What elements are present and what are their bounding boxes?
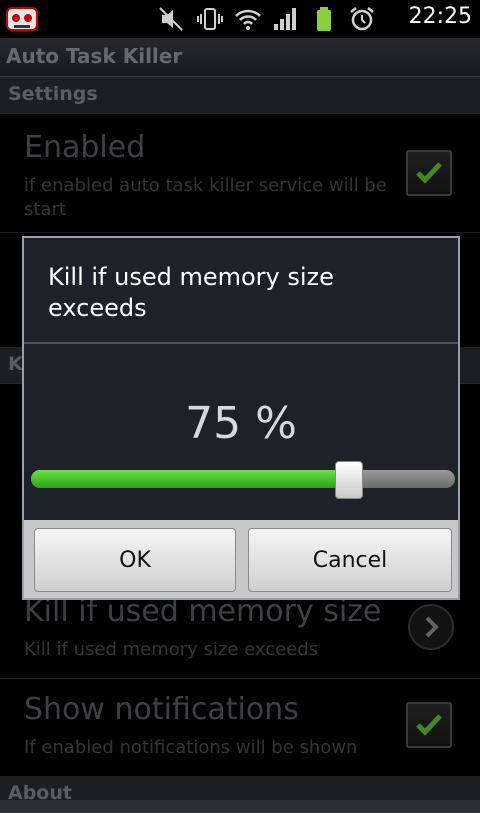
cancel-button[interactable]: Cancel xyxy=(248,528,452,592)
memory-threshold-dialog: Kill if used memory size exceeds 75 % OK… xyxy=(22,236,460,600)
slider-fill xyxy=(31,470,349,488)
ok-button[interactable]: OK xyxy=(34,528,236,592)
dialog-body: 75 % xyxy=(24,344,458,520)
vibrate-icon xyxy=(197,8,223,30)
dialog-title: Kill if used memory size exceeds xyxy=(48,263,334,322)
wifi-icon xyxy=(235,9,261,30)
app-robot-icon xyxy=(6,7,38,31)
alarm-icon xyxy=(350,7,374,31)
dialog-button-bar: OK Cancel xyxy=(24,520,458,598)
threshold-value: 75 % xyxy=(185,398,297,449)
status-bar: 22:25 xyxy=(0,0,480,38)
threshold-slider[interactable] xyxy=(31,461,455,499)
battery-icon xyxy=(317,7,331,31)
signal-icon xyxy=(274,8,296,30)
dialog-header: Kill if used memory size exceeds xyxy=(24,238,458,344)
status-time: 22:25 xyxy=(408,4,472,29)
slider-thumb[interactable] xyxy=(335,461,363,499)
mute-icon xyxy=(159,7,183,31)
status-icons xyxy=(158,6,376,32)
